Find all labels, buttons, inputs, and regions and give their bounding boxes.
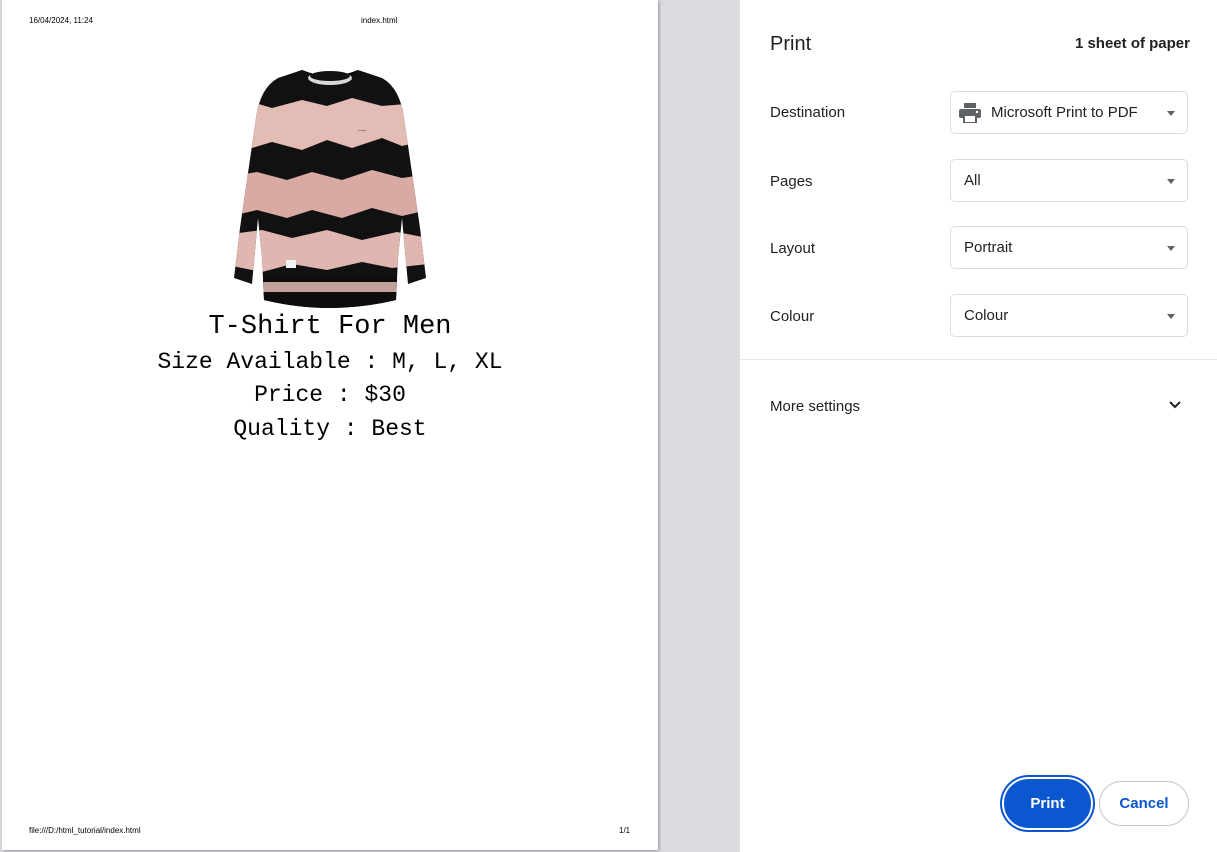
dropdown-arrow-icon	[1167, 179, 1175, 184]
product-size: Size Available : M, L, XL	[157, 349, 503, 375]
section-divider	[740, 359, 1217, 360]
print-button[interactable]: Print	[1004, 779, 1091, 828]
colour-label: Colour	[770, 308, 815, 325]
dropdown-arrow-icon	[1167, 314, 1175, 319]
pages-select[interactable]: All	[950, 159, 1188, 202]
product-price: Price : $30	[254, 382, 406, 408]
sheet-count: 1 sheet of paper	[1074, 35, 1190, 52]
dropdown-arrow-icon	[1167, 111, 1175, 116]
more-settings-toggle[interactable]: More settings	[740, 380, 1217, 432]
colour-value: Colour	[964, 307, 1009, 324]
destination-select[interactable]: Microsoft Print to PDF	[950, 91, 1188, 134]
print-preview-area: 16/04/2024, 11:24 index.html ~~~ T-Shirt…	[0, 0, 740, 852]
layout-value: Portrait	[964, 239, 1013, 256]
destination-value: Microsoft Print to PDF	[991, 104, 1138, 121]
cancel-button[interactable]: Cancel	[1099, 781, 1189, 826]
chevron-down-icon	[1169, 401, 1181, 409]
dropdown-arrow-icon	[1167, 246, 1175, 251]
svg-text:~~~: ~~~	[358, 129, 366, 134]
layout-label: Layout	[770, 240, 816, 257]
more-settings-label: More settings	[770, 398, 861, 415]
page-header-title: index.html	[361, 16, 398, 25]
pages-label: Pages	[770, 173, 813, 190]
pages-value: All	[964, 172, 981, 189]
page-footer-url: file:///D:/html_tutorial/index.html	[29, 826, 141, 835]
sweatshirt-image: ~~~	[234, 70, 426, 308]
page-header-date: 16/04/2024, 11:24	[29, 16, 93, 25]
print-settings-panel: Print 1 sheet of paper Destination Micro…	[740, 0, 1217, 852]
destination-label: Destination	[770, 104, 846, 121]
layout-select[interactable]: Portrait	[950, 226, 1188, 269]
colour-select[interactable]: Colour	[950, 294, 1188, 337]
preview-page: 16/04/2024, 11:24 index.html ~~~ T-Shirt…	[2, 0, 658, 850]
page-footer-number: 1/1	[619, 826, 631, 835]
printer-icon	[959, 103, 981, 123]
product-name: T-Shirt For Men	[208, 312, 452, 342]
product-quality: Quality : Best	[233, 416, 427, 442]
dialog-title: Print	[770, 33, 812, 55]
